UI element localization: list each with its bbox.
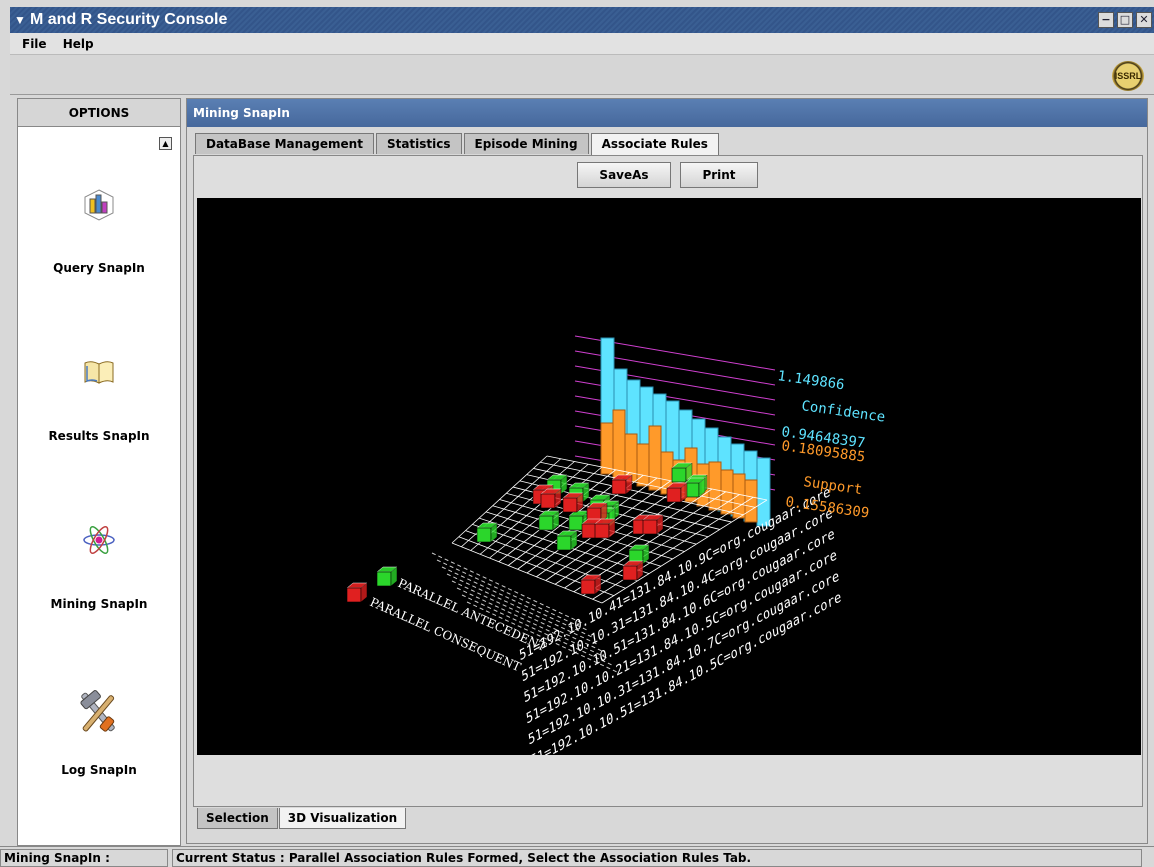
support-bar (732, 473, 746, 519)
menu-help[interactable]: Help (51, 33, 94, 55)
window-menu-icon[interactable]: ▼ (14, 7, 26, 33)
cube-face (580, 579, 596, 595)
sidebar-item-label: Results SnapIn (48, 429, 150, 443)
tab-statistics[interactable]: Statistics (375, 133, 462, 154)
consequent-cube (666, 482, 688, 503)
consequent-cube (642, 514, 664, 535)
sidebar-item-label: Query SnapIn (53, 261, 145, 275)
antecedent-cube (476, 522, 498, 543)
confidence-max-label: 1.149866 (776, 368, 845, 393)
consequent-cube (594, 518, 616, 539)
consequent-cube (611, 474, 633, 495)
confidence-axis-label: Confidence (800, 398, 886, 426)
sidebar-item-query-snapin[interactable]: Query SnapIn (18, 179, 180, 275)
cube-face (594, 523, 610, 539)
sidebar-item-log-snapin[interactable]: Log SnapIn (18, 683, 180, 777)
cube-face (538, 515, 554, 531)
sidebar-item-mining-snapin[interactable]: Mining SnapIn (18, 515, 180, 611)
title-bar: ▼ M and R Security Console − □ ✕ (10, 7, 1154, 33)
support-bar (648, 425, 662, 491)
tab-selection[interactable]: Selection (197, 808, 278, 829)
maximize-icon[interactable]: □ (1117, 12, 1133, 28)
mining-snapin-panel: Mining SnapIn DataBase Management Statis… (186, 98, 1148, 844)
issrl-logo: ISSRL (1112, 61, 1144, 91)
floor-gridline (451, 542, 603, 604)
tab-database-management[interactable]: DataBase Management (195, 133, 374, 154)
cube-face (476, 527, 492, 543)
options-header: OPTIONS (18, 99, 180, 127)
sidebar-item-results-snapin[interactable]: Results SnapIn (18, 347, 180, 443)
atom-icon (74, 515, 124, 565)
minimize-icon[interactable]: − (1098, 12, 1114, 28)
support-bar (636, 443, 650, 487)
cube-face (622, 565, 638, 581)
tools-icon (68, 683, 130, 739)
cube-face (346, 587, 362, 603)
close-icon[interactable]: ✕ (1136, 12, 1152, 28)
menu-bar: File Help (10, 33, 1154, 55)
antecedent-cube (538, 510, 560, 531)
panel-title: Mining SnapIn (187, 99, 1147, 127)
3d-visualization-canvas[interactable]: 51=192.10.10.41=131.84.10.9C=org.cougaar… (197, 198, 1141, 755)
cube-face (611, 479, 627, 495)
book-icon (74, 347, 124, 397)
consequent-cube (562, 492, 584, 513)
support-bar (600, 422, 614, 475)
cube-face (540, 493, 556, 509)
consequent-cube (580, 574, 602, 595)
status-panel-name: Mining SnapIn : (0, 849, 168, 867)
consequent-cube (622, 560, 644, 581)
options-sidebar: OPTIONS ▲ Query SnapIn Results SnapIn Mi… (17, 98, 181, 846)
associate-rules-panel: SaveAs Print 51=192.10.10.41=131.84.10.9… (193, 155, 1143, 807)
toolbar: ISSRL (10, 55, 1154, 95)
tab-episode-mining[interactable]: Episode Mining (463, 133, 589, 154)
antecedent-cube (376, 566, 398, 587)
sidebar-item-label: Mining SnapIn (50, 597, 148, 611)
window-title: M and R Security Console (30, 11, 228, 28)
antecedent-cube (556, 530, 578, 551)
antecedent-axis-tick (436, 559, 588, 631)
consequent-cube (346, 582, 368, 603)
print-button[interactable]: Print (680, 162, 758, 188)
bottom-tab-strip: Selection 3D Visualization (197, 808, 407, 830)
cube-face (671, 467, 687, 483)
antecedent-cube (684, 477, 706, 498)
cube-face (568, 515, 584, 531)
support-bar (612, 409, 626, 479)
status-bar: Mining SnapIn : Current Status : Paralle… (0, 846, 1154, 867)
tab-associate-rules[interactable]: Associate Rules (590, 133, 719, 156)
cube-face (562, 497, 578, 513)
save-as-button[interactable]: SaveAs (577, 162, 671, 188)
association-rules-3d-view: 51=192.10.10.41=131.84.10.9C=org.cougaar… (346, 335, 886, 755)
status-message: Current Status : Parallel Association Ru… (172, 849, 1142, 867)
support-bar (708, 461, 722, 511)
cube-face (666, 487, 682, 503)
sidebar-item-label: Log SnapIn (61, 763, 137, 777)
cube-face (556, 535, 572, 551)
menu-file[interactable]: File (10, 33, 47, 55)
cube-face (376, 571, 392, 587)
consequent-cube (540, 488, 562, 509)
tab-strip: DataBase Management Statistics Episode M… (195, 133, 721, 156)
scroll-up-icon[interactable]: ▲ (159, 137, 172, 150)
tab-3d-visualization[interactable]: 3D Visualization (278, 808, 407, 829)
cube-face (642, 519, 658, 535)
cube-face (581, 523, 597, 539)
chart-icon (74, 179, 124, 229)
